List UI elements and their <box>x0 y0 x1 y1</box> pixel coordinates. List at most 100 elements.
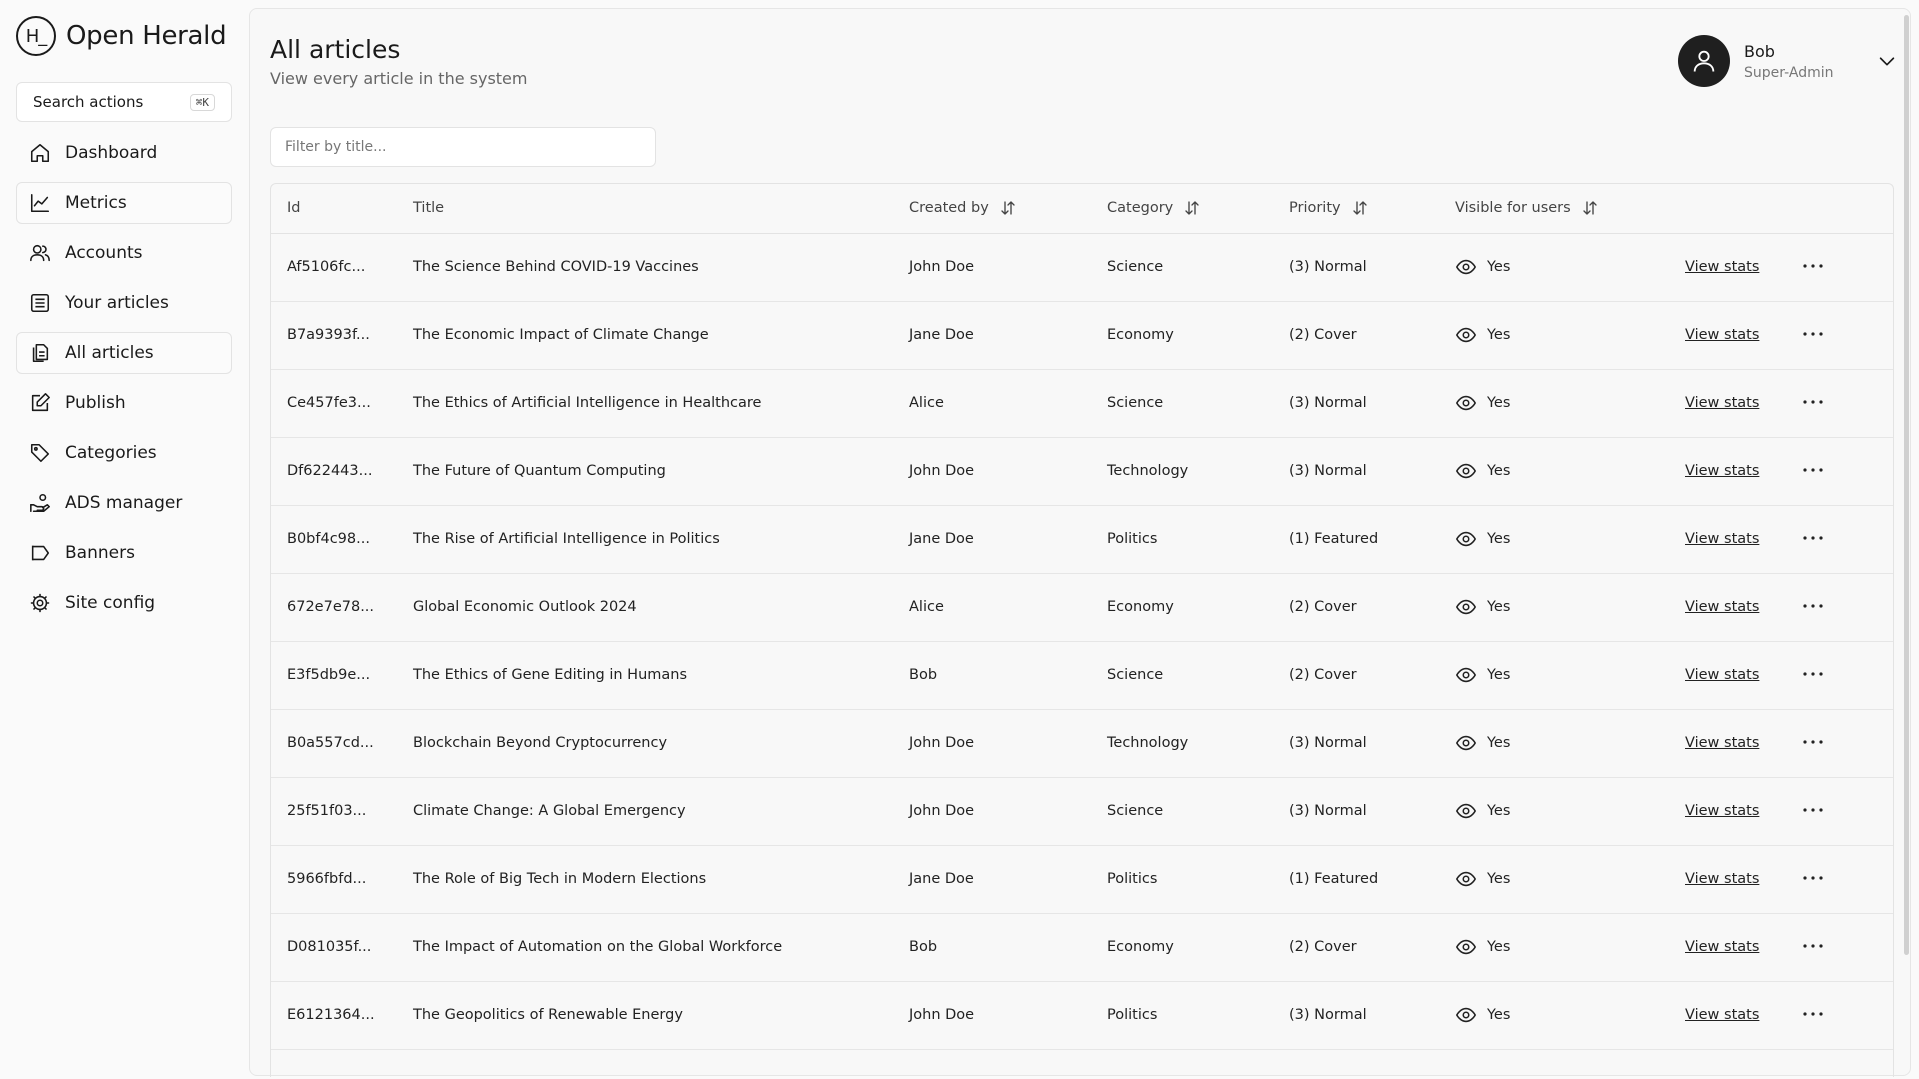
cell-priority: (3) Normal <box>1289 233 1455 302</box>
view-stats-link[interactable]: View stats <box>1685 939 1759 955</box>
cell-category: Technology <box>1107 709 1289 778</box>
table-row[interactable]: D081035f... The Impact of Automation on t… <box>271 913 1893 982</box>
cell-created-by: John Doe <box>909 709 1107 778</box>
view-stats-link[interactable]: View stats <box>1685 463 1759 479</box>
cell-priority: (2) Cover <box>1289 573 1455 642</box>
more-options-icon[interactable] <box>1801 261 1825 271</box>
column-header-priority: Priority <box>1289 184 1455 234</box>
cell-actions <box>1801 573 1893 642</box>
view-stats-link[interactable]: View stats <box>1685 327 1759 343</box>
chart-line-icon <box>29 192 51 214</box>
view-stats-link[interactable]: View stats <box>1685 803 1759 819</box>
view-stats-link[interactable]: View stats <box>1685 599 1759 615</box>
visible-value: Yes <box>1487 667 1511 683</box>
column-header-actions <box>1801 184 1893 234</box>
page-subtitle: View every article in the system <box>270 69 528 88</box>
eye-icon <box>1455 664 1477 686</box>
sidebar-item-ads-manager[interactable]: ADS manager <box>16 482 232 524</box>
sidebar-item-categories[interactable]: Categories <box>16 432 232 474</box>
cell-stats: View stats <box>1685 301 1801 370</box>
home-icon <box>29 142 51 164</box>
more-options-icon[interactable] <box>1801 329 1825 339</box>
more-options-icon[interactable] <box>1801 737 1825 747</box>
eye-icon <box>1455 868 1477 890</box>
sidebar-item-all-articles[interactable]: All articles <box>16 332 232 374</box>
table-row[interactable]: 672e7e78... Global Economic Outlook 2024 A… <box>271 573 1893 642</box>
sort-icon[interactable] <box>1351 199 1369 217</box>
more-options-icon[interactable] <box>1801 941 1825 951</box>
view-stats-link[interactable]: View stats <box>1685 1007 1759 1023</box>
brand-logo[interactable]: H_ Open Herald <box>16 0 232 72</box>
cell-category: Politics <box>1107 505 1289 574</box>
cell-priority: (3) Normal <box>1289 437 1455 506</box>
scrollbar[interactable] <box>1902 9 1910 955</box>
table-row[interactable]: Ce457fe3... The Ethics of Artificial Inte… <box>271 369 1893 438</box>
sidebar-item-metrics[interactable]: Metrics <box>16 182 232 224</box>
cell-id: E6121364... <box>271 981 413 1050</box>
more-options-icon[interactable] <box>1801 465 1825 475</box>
table-row[interactable]: B0bf4c98... The Rise of Artificial Intell… <box>271 505 1893 574</box>
sort-icon[interactable] <box>1581 199 1599 217</box>
cell-id: B0a557cd... <box>271 709 413 778</box>
table-row[interactable]: B7a9393f... The Economic Impact of Climat… <box>271 301 1893 370</box>
view-stats-link[interactable]: View stats <box>1685 667 1759 683</box>
cell-priority: (2) Cover <box>1289 641 1455 710</box>
cell-priority: (3) Normal <box>1289 709 1455 778</box>
more-options-icon[interactable] <box>1801 397 1825 407</box>
cell-stats: View stats <box>1685 913 1801 982</box>
gear-icon <box>29 592 51 614</box>
cell-id: Af5106fc... <box>271 233 413 302</box>
users-icon <box>29 242 51 264</box>
table-row[interactable]: B0a557cd... Blockchain Beyond Cryptocurre… <box>271 709 1893 778</box>
view-stats-link[interactable]: View stats <box>1685 735 1759 751</box>
visible-value: Yes <box>1487 803 1511 819</box>
table-row[interactable]: Df622443... The Future of Quantum Computi… <box>271 437 1893 506</box>
visible-value: Yes <box>1487 395 1511 411</box>
search-actions-button[interactable]: Search actions ⌘K <box>16 82 232 122</box>
view-stats-link[interactable]: View stats <box>1685 871 1759 887</box>
cell-stats: View stats <box>1685 709 1801 778</box>
sidebar-item-label: ADS manager <box>65 493 183 513</box>
sidebar-item-your-articles[interactable]: Your articles <box>16 282 232 324</box>
view-stats-link[interactable]: View stats <box>1685 531 1759 547</box>
filter-by-title-input[interactable] <box>270 127 656 167</box>
more-options-icon[interactable] <box>1801 805 1825 815</box>
more-options-icon[interactable] <box>1801 1009 1825 1019</box>
sidebar-item-label: Banners <box>65 543 135 563</box>
cell-priority: (1) Featured <box>1289 845 1455 914</box>
table-row[interactable]: 25f51f03... Climate Change: A Global Emer… <box>271 777 1893 846</box>
view-stats-link[interactable]: View stats <box>1685 395 1759 411</box>
sort-icon[interactable] <box>1183 199 1201 217</box>
more-options-icon[interactable] <box>1801 533 1825 543</box>
user-menu[interactable]: Bob Super-Admin <box>1678 35 1902 87</box>
more-options-icon[interactable] <box>1801 873 1825 883</box>
cell-actions <box>1801 233 1893 302</box>
cell-category: Science <box>1107 641 1289 710</box>
view-stats-link[interactable]: View stats <box>1685 259 1759 275</box>
chevron-down-icon[interactable] <box>1872 50 1902 72</box>
cell-stats: View stats <box>1685 845 1801 914</box>
scrollbar-thumb[interactable] <box>1904 15 1909 955</box>
cell-id: Df622443... <box>271 437 413 506</box>
table-row[interactable]: E6121364... The Geopolitics of Renewable … <box>271 981 1893 1050</box>
cell-id: D081035f... <box>271 913 413 982</box>
sidebar: H_ Open Herald Search actions ⌘K Dashboa… <box>0 0 248 1079</box>
table-row[interactable]: E3f5db9e... The Ethics of Gene Editing in… <box>271 641 1893 710</box>
eye-icon <box>1455 1004 1477 1026</box>
table-row[interactable]: Af5106fc... The Science Behind COVID-19 V… <box>271 233 1893 302</box>
cell-created-by: Bob <box>909 641 1107 710</box>
more-options-icon[interactable] <box>1801 601 1825 611</box>
sidebar-item-label: Metrics <box>65 193 127 213</box>
sidebar-item-site-config[interactable]: Site config <box>16 582 232 624</box>
sort-icon[interactable] <box>999 199 1017 217</box>
sidebar-item-banners[interactable]: Banners <box>16 532 232 574</box>
user-info: Bob Super-Admin <box>1744 42 1864 81</box>
sidebar-item-dashboard[interactable]: Dashboard <box>16 132 232 174</box>
sidebar-item-publish[interactable]: Publish <box>16 382 232 424</box>
cell-priority: (1) Featured <box>1289 505 1455 574</box>
cell-actions <box>1801 641 1893 710</box>
more-options-icon[interactable] <box>1801 669 1825 679</box>
table-row[interactable]: 5966fbfd... The Role of Big Tech in Moder… <box>271 845 1893 914</box>
sidebar-item-accounts[interactable]: Accounts <box>16 232 232 274</box>
cell-title: The Economic Impact of Climate Change <box>413 301 909 370</box>
